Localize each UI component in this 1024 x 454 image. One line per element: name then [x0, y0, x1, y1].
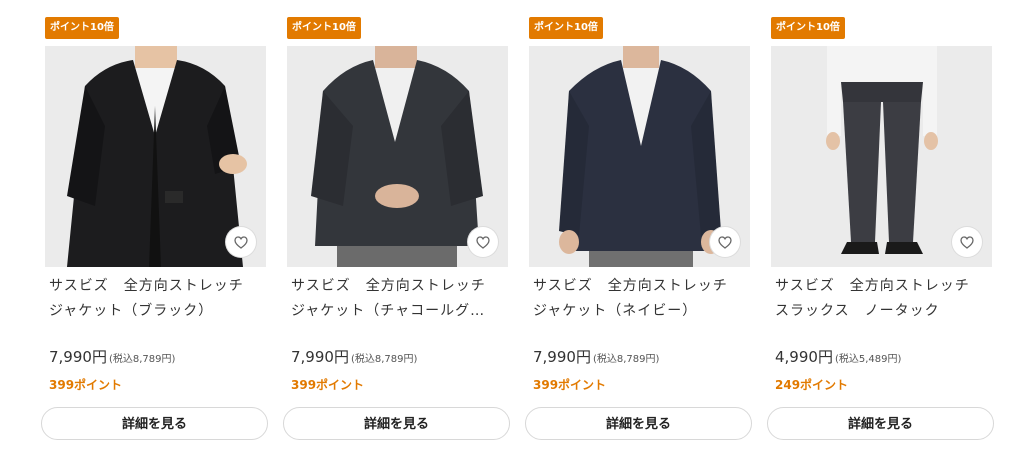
price: 7,990円 (税込8,789円) [49, 346, 175, 367]
product-name-line: ジャケット（ブラック） [49, 303, 214, 319]
product-card[interactable]: ポイント10倍 サスビズ 全方向ストレッチ ジャケット（チャコールグ… 7,99… [283, 0, 527, 454]
detail-button[interactable]: 詳細を見る [767, 407, 994, 440]
product-card[interactable]: ポイント10倍 サスビズ 全方向ストレッチ スラックス ノータック 4,990円… [767, 0, 1011, 454]
heart-outline-icon [718, 235, 732, 249]
product-name-line: スラックス ノータック [775, 303, 940, 319]
price-value: 7,990円 [291, 348, 349, 366]
price-tax: (税込5,489円) [834, 354, 902, 365]
product-name-line: サスビズ 全方向ストレッチ [533, 278, 728, 294]
product-name-line: ジャケット（ネイビー） [533, 303, 698, 319]
price-tax: (税込8,789円) [592, 354, 660, 365]
point-badge: ポイント10倍 [529, 17, 603, 39]
product-name-line: サスビズ 全方向ストレッチ [775, 278, 970, 294]
points-label: 399ポイント [49, 378, 123, 392]
product-name-line: サスビズ 全方向ストレッチ [291, 278, 486, 294]
price-tax: (税込8,789円) [108, 354, 176, 365]
product-name[interactable]: サスビズ 全方向ストレッチ スラックス ノータック [775, 274, 987, 324]
detail-button[interactable]: 詳細を見る [41, 407, 268, 440]
favorite-button[interactable] [710, 227, 740, 257]
point-badge: ポイント10倍 [287, 17, 361, 39]
detail-button[interactable]: 詳細を見る [525, 407, 752, 440]
point-badge: ポイント10倍 [771, 17, 845, 39]
product-grid: ポイント10倍 サスビズ 全方向ストレッチ ジャケット（ブラック） 7,990円… [0, 0, 1024, 454]
heart-outline-icon [476, 235, 490, 249]
point-badge: ポイント10倍 [45, 17, 119, 39]
price-value: 7,990円 [533, 348, 591, 366]
product-name-line: サスビズ 全方向ストレッチ [49, 278, 244, 294]
product-name[interactable]: サスビズ 全方向ストレッチ ジャケット（ネイビー） [533, 274, 745, 324]
product-image[interactable] [287, 46, 508, 267]
points-label: 399ポイント [291, 378, 365, 392]
waistband [841, 82, 923, 102]
product-image[interactable] [771, 46, 992, 267]
favorite-button[interactable] [468, 227, 498, 257]
product-name-line: ジャケット（チャコールグ… [291, 303, 486, 319]
price: 7,990円 (税込8,789円) [291, 346, 417, 367]
favorite-button[interactable] [226, 227, 256, 257]
product-card[interactable]: ポイント10倍 サスビズ 全方向ストレッチ ジャケット（ブラック） 7,990円… [41, 0, 285, 454]
product-name[interactable]: サスビズ 全方向ストレッチ ジャケット（チャコールグ… [291, 274, 503, 324]
heart-outline-icon [960, 235, 974, 249]
price: 7,990円 (税込8,789円) [533, 346, 659, 367]
price-tax: (税込8,789円) [350, 354, 418, 365]
heart-outline-icon [234, 235, 248, 249]
product-image[interactable] [529, 46, 750, 267]
detail-button[interactable]: 詳細を見る [283, 407, 510, 440]
product-image[interactable] [45, 46, 266, 267]
price: 4,990円 (税込5,489円) [775, 346, 901, 367]
price-value: 4,990円 [775, 348, 833, 366]
favorite-button[interactable] [952, 227, 982, 257]
points-label: 399ポイント [533, 378, 607, 392]
price-value: 7,990円 [49, 348, 107, 366]
product-name[interactable]: サスビズ 全方向ストレッチ ジャケット（ブラック） [49, 274, 261, 324]
points-label: 249ポイント [775, 378, 849, 392]
product-card[interactable]: ポイント10倍 サスビズ 全方向ストレッチ ジャケット（ネイビー） 7,990円… [525, 0, 769, 454]
